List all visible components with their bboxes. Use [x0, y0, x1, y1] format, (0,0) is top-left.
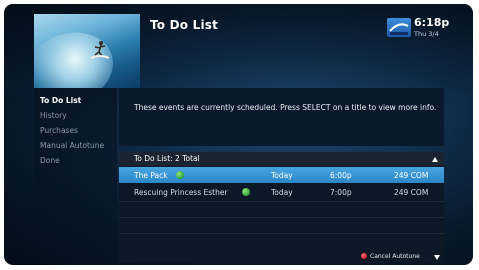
list-header-label: To Do List: 2 Total [134, 154, 200, 163]
list-divider [119, 217, 444, 218]
list-divider [119, 201, 444, 202]
clock-time: 6:18p [414, 16, 450, 29]
list-row-rescuing-princess-esther[interactable]: Rescuing Princess Esther Today 7:00p 249… [119, 184, 444, 200]
program-thumbnail [34, 14, 140, 88]
red-button-icon [361, 253, 367, 259]
scroll-down-icon[interactable] [434, 255, 440, 260]
green-dot-icon [242, 188, 250, 196]
sidebar-item-done[interactable]: Done [40, 156, 60, 165]
sidebar-item-history[interactable]: History [40, 111, 67, 120]
scroll-up-icon[interactable] [432, 157, 438, 162]
row-time: 6:00p [330, 171, 352, 180]
list-row-the-pack[interactable]: The Pack Today 6:00p 249 COM [119, 167, 444, 183]
sidebar-item-purchases[interactable]: Purchases [40, 126, 78, 135]
row-time: 7:00p [330, 188, 352, 197]
info-panel [119, 88, 444, 146]
list-divider [119, 233, 444, 234]
row-channel: 249 COM [394, 188, 429, 197]
info-text: These events are currently scheduled. Pr… [134, 103, 437, 112]
sidebar-item-to-do-list[interactable]: To Do List [40, 96, 81, 105]
sidebar-item-manual-autotune[interactable]: Manual Autotune [40, 141, 104, 150]
row-day: Today [271, 188, 293, 197]
green-dot-icon [176, 171, 184, 179]
directv-logo [387, 18, 411, 37]
surfer-art [90, 41, 110, 59]
clock-date: Thu 3/4 [414, 30, 439, 38]
row-channel: 249 COM [394, 171, 429, 180]
cancel-autotune-button[interactable]: Cancel Autotune [370, 253, 420, 260]
row-day: Today [271, 171, 293, 180]
page-title: To Do List [150, 18, 219, 32]
row-title: The Pack [134, 171, 168, 180]
row-title: Rescuing Princess Esther [134, 188, 228, 197]
